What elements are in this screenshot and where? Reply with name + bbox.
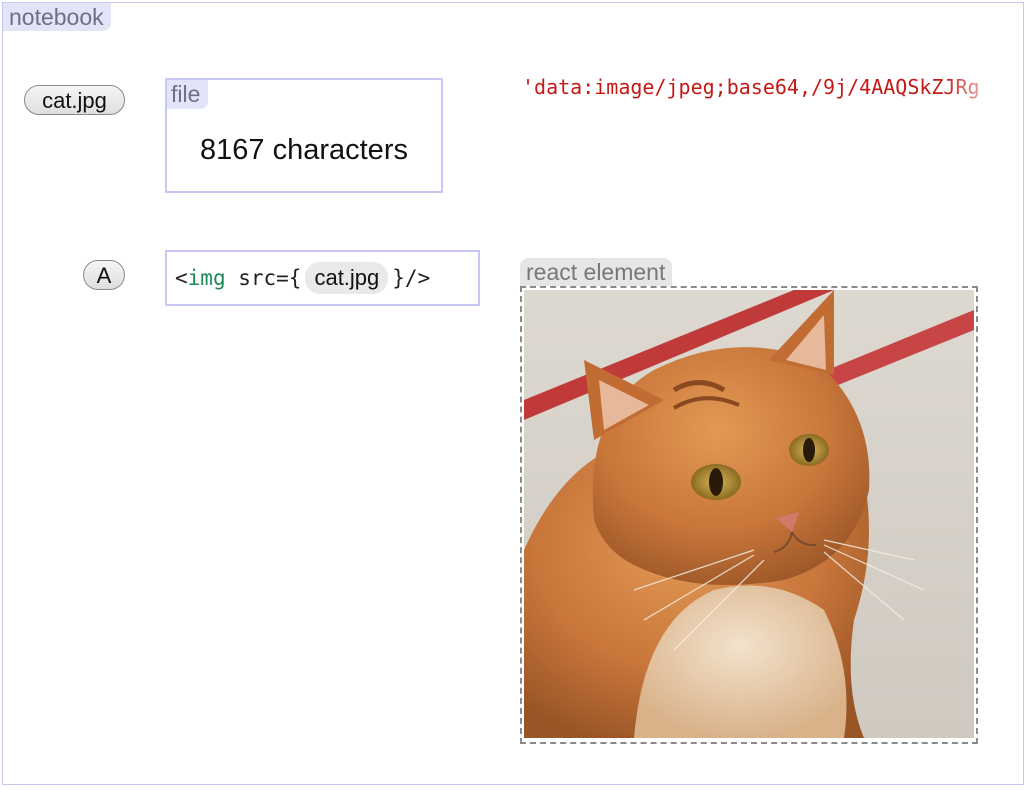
code-close: }/> bbox=[392, 266, 431, 290]
cat-jpg-cell-pill[interactable]: cat.jpg bbox=[24, 85, 125, 115]
code-src-attr: src={ bbox=[225, 266, 302, 290]
a-cell-pill[interactable]: A bbox=[83, 260, 125, 290]
file-tag: file bbox=[167, 80, 209, 109]
react-element-tag: react element bbox=[520, 258, 673, 286]
cat-photo bbox=[524, 290, 974, 738]
data-uri-output: 'data:image/jpeg;base64,/9j/4AAQSkZJRg bbox=[522, 74, 1004, 100]
jsx-code-cell[interactable]: < img src={cat.jpg}/> bbox=[165, 250, 480, 306]
code-open-bracket: < bbox=[175, 266, 188, 290]
file-cell-box[interactable]: file 8167 characters bbox=[165, 78, 443, 193]
code-img-tag: img bbox=[187, 266, 226, 290]
file-character-count: 8167 characters bbox=[200, 134, 408, 166]
react-element-output bbox=[520, 286, 978, 744]
cat-jpg-reference-chip[interactable]: cat.jpg bbox=[305, 262, 389, 294]
notebook-label: notebook bbox=[3, 3, 111, 31]
